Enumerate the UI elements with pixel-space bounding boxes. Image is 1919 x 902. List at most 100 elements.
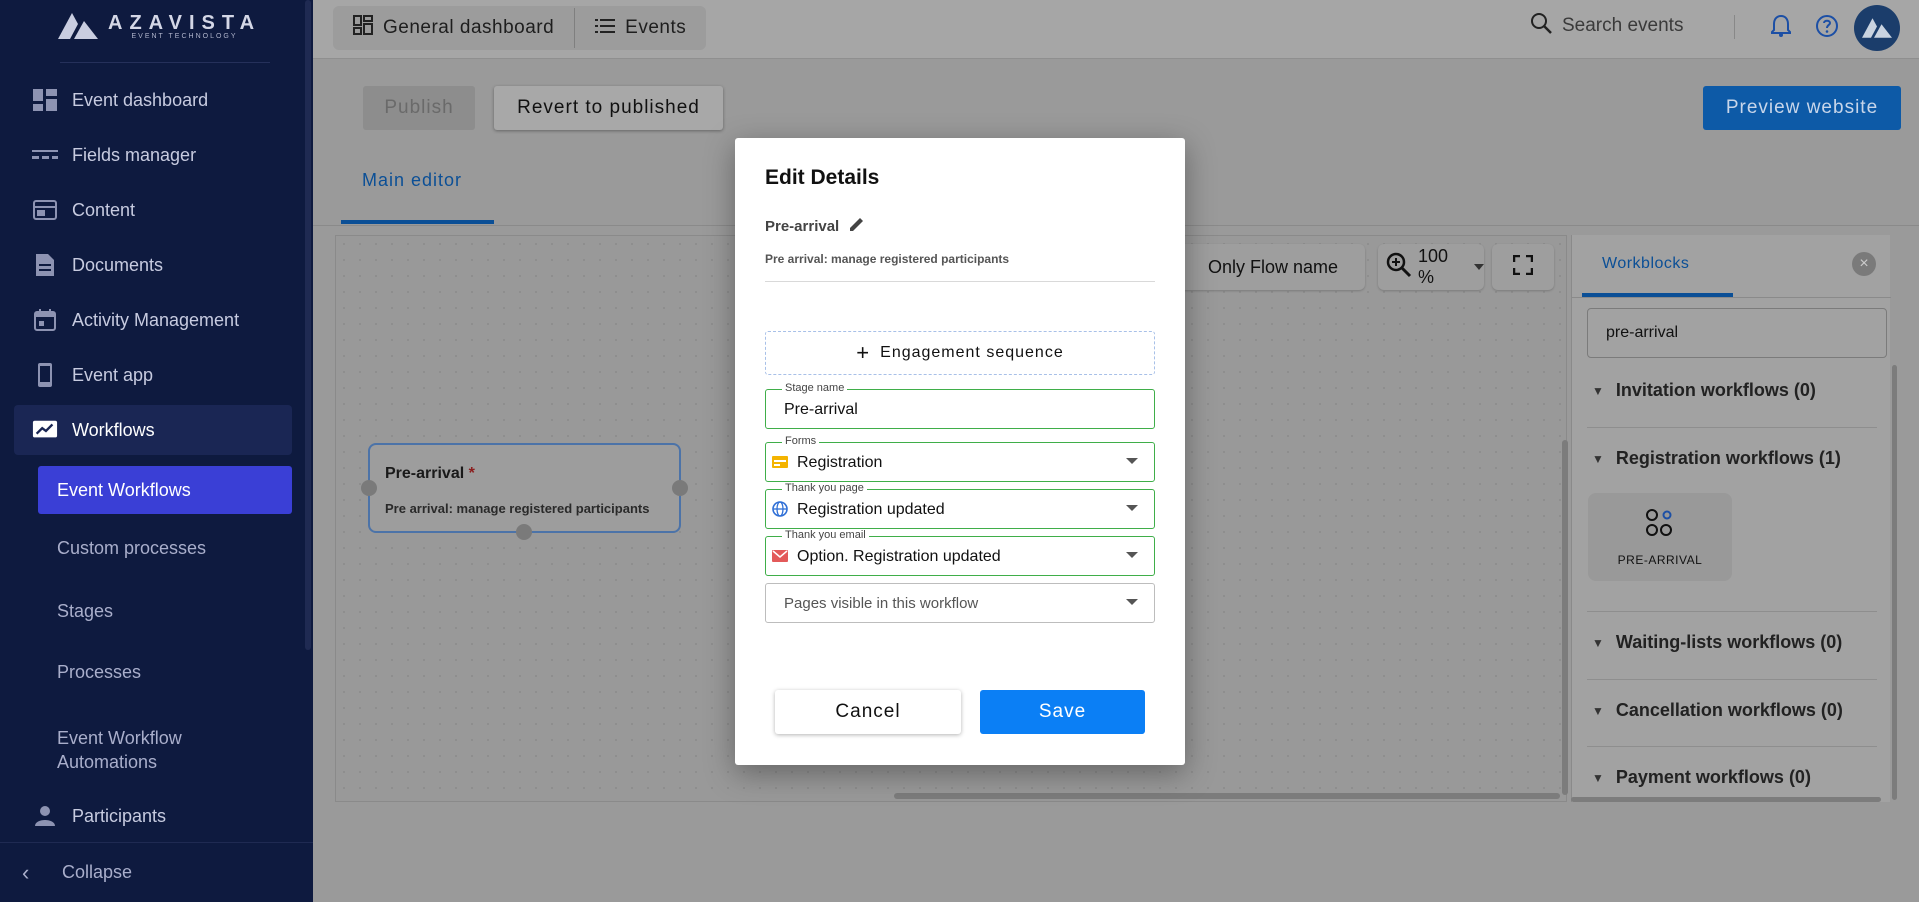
thank-you-email-select[interactable]: Thank you email Option. Registration upd… (765, 529, 1155, 576)
chevron-left-icon: ‹ (22, 859, 30, 885)
zoom-control[interactable]: 100 % (1378, 244, 1484, 290)
events-label: Events (625, 17, 687, 38)
help-icon[interactable] (1815, 14, 1839, 43)
chevron-down-icon (1126, 458, 1138, 464)
sidebar-item-activity-management[interactable]: Activity Management (0, 295, 292, 345)
caret-down-icon: ▼ (1592, 451, 1604, 466)
workflow-node-pre-arrival[interactable]: Pre-arrival * Pre arrival: manage regist… (361, 443, 688, 540)
caret-down-icon: ▼ (1592, 635, 1604, 650)
bell-icon[interactable] (1770, 14, 1792, 43)
sidebar-item-fields-manager[interactable]: Fields manager (0, 130, 292, 180)
panel-vertical-scrollbar[interactable] (1892, 365, 1897, 800)
sidebar-subitem-event-workflows[interactable]: Event Workflows (38, 466, 292, 514)
thank-you-page-label: Thank you page (782, 482, 867, 494)
group-payment-workflows[interactable]: ▼ Payment workflows (0) (1592, 767, 1872, 788)
close-icon[interactable]: × (1852, 252, 1876, 276)
modal-stage-name: Pre-arrival (765, 217, 840, 235)
group-invitation-workflows[interactable]: ▼ Invitation workflows (0) (1592, 380, 1872, 401)
forms-label: Forms (782, 435, 820, 447)
workblock-icon (1645, 508, 1675, 543)
stage-name-label: Stage name (782, 382, 848, 394)
workflow-icon (32, 417, 58, 443)
add-engagement-sequence-button[interactable]: + Engagement sequence (765, 331, 1155, 375)
sidebar-item-label: Workflows (72, 419, 155, 440)
sidebar-item-label: Activity Management (72, 309, 240, 330)
collapse-button[interactable]: ‹ Collapse (0, 842, 313, 902)
chevron-down-icon (1126, 505, 1138, 511)
thank-you-page-select[interactable]: Thank you page Registration updated (765, 482, 1155, 529)
node-port-bottom[interactable] (516, 524, 532, 540)
stage-name-field[interactable]: Stage name Pre-arrival (765, 382, 1155, 429)
search-placeholder: Search events (1562, 15, 1684, 36)
sidebar-item-participants[interactable]: Participants (0, 791, 292, 841)
sidebar-item-event-dashboard[interactable]: Event dashboard (0, 75, 292, 125)
sidebar-item-event-app[interactable]: Event app (0, 350, 292, 400)
group-waiting-lists-workflows[interactable]: ▼ Waiting-lists workflows (0) (1592, 632, 1872, 653)
dashboard-icon (353, 15, 373, 41)
content-icon (32, 197, 58, 223)
zoom-level: 100 % (1418, 246, 1449, 287)
phone-icon (32, 362, 58, 388)
azavista-logo-icon (58, 13, 98, 39)
email-icon (772, 548, 788, 564)
thank-you-page-value: Registration updated (797, 501, 945, 518)
publish-button[interactable]: Publish (363, 86, 475, 130)
node-description: Pre arrival: manage registered participa… (385, 501, 650, 516)
group-registration-workflows[interactable]: ▼ Registration workflows (1) (1592, 448, 1872, 469)
group-divider (1587, 679, 1877, 680)
sidebar-subitem-event-workflow-automations[interactable]: Event Workflow Automations (38, 726, 292, 774)
sidebar-subitem-label: Custom processes (57, 538, 207, 558)
save-button[interactable]: Save (980, 690, 1145, 734)
top-nav: General dashboard Events (333, 6, 707, 50)
sidebar-item-workflows[interactable]: Workflows (14, 405, 292, 455)
canvas-horizontal-scrollbar[interactable] (894, 793, 1560, 799)
search-events[interactable]: Search events (1530, 12, 1683, 40)
azavista-avatar-icon (1862, 18, 1892, 38)
panel-horizontal-scrollbar[interactable] (1571, 797, 1881, 802)
only-flow-name-label: Only Flow name (1208, 256, 1339, 277)
workblocks-search-input[interactable]: pre-arrival (1587, 308, 1887, 358)
brand-name: AZAVISTA (108, 12, 262, 34)
plus-icon: + (856, 340, 871, 365)
sidebar: AZAVISTA EVENT TECHNOLOGY Event dashboar… (0, 0, 313, 902)
node-port-right[interactable] (672, 480, 688, 496)
caret-down-icon: ▼ (1592, 383, 1604, 398)
general-dashboard-link[interactable]: General dashboard (333, 6, 574, 50)
group-divider (1587, 746, 1877, 747)
sidebar-subitem-processes[interactable]: Processes (38, 662, 292, 683)
avatar[interactable] (1854, 5, 1900, 51)
app-logo[interactable]: AZAVISTA EVENT TECHNOLOGY (58, 12, 261, 40)
document-icon (32, 252, 58, 278)
sidebar-item-label: Participants (72, 805, 167, 826)
stage-name-value: Pre-arrival (784, 401, 858, 418)
tab-main-editor[interactable]: Main editor (362, 170, 462, 191)
cancel-button[interactable]: Cancel (775, 690, 961, 734)
workblock-card-pre-arrival[interactable]: PRE-ARRIVAL (1588, 493, 1732, 581)
node-port-left[interactable] (361, 480, 377, 496)
sidebar-scrollbar[interactable] (305, 0, 311, 650)
sidebar-item-documents[interactable]: Documents (0, 240, 292, 290)
pages-visible-select[interactable]: Pages visible in this workflow (765, 583, 1155, 623)
forms-select[interactable]: Forms Registration (765, 435, 1155, 482)
tab-workblocks[interactable]: Workblocks (1602, 255, 1689, 273)
engagement-sequence-label: Engagement sequence (880, 344, 1064, 361)
top-bar: General dashboard Events Search events (313, 0, 1919, 59)
sidebar-subitem-label: Processes (57, 662, 142, 682)
fullscreen-icon (1512, 254, 1534, 280)
forms-value: Registration (797, 454, 883, 471)
preview-website-button[interactable]: Preview website (1703, 86, 1901, 130)
workblocks-panel: Workblocks × pre-arrival ▼ Invitation wo… (1571, 235, 1891, 802)
canvas-vertical-scrollbar[interactable] (1562, 440, 1568, 795)
group-cancellation-workflows[interactable]: ▼ Cancellation workflows (0) (1592, 700, 1872, 721)
only-flow-name-toggle[interactable]: Only Flow name (1170, 244, 1365, 290)
sidebar-subitem-stages[interactable]: Stages (38, 601, 292, 622)
revert-to-published-button[interactable]: Revert to published (494, 86, 723, 130)
events-link[interactable]: Events (575, 6, 706, 50)
pencil-icon[interactable] (849, 216, 865, 236)
panel-tab-border (1572, 297, 1891, 298)
sidebar-item-content[interactable]: Content (0, 185, 292, 235)
top-separator (1734, 15, 1735, 39)
sidebar-item-label: Event dashboard (72, 89, 209, 110)
fullscreen-button[interactable] (1492, 244, 1554, 290)
sidebar-subitem-custom-processes[interactable]: Custom processes (38, 538, 292, 559)
